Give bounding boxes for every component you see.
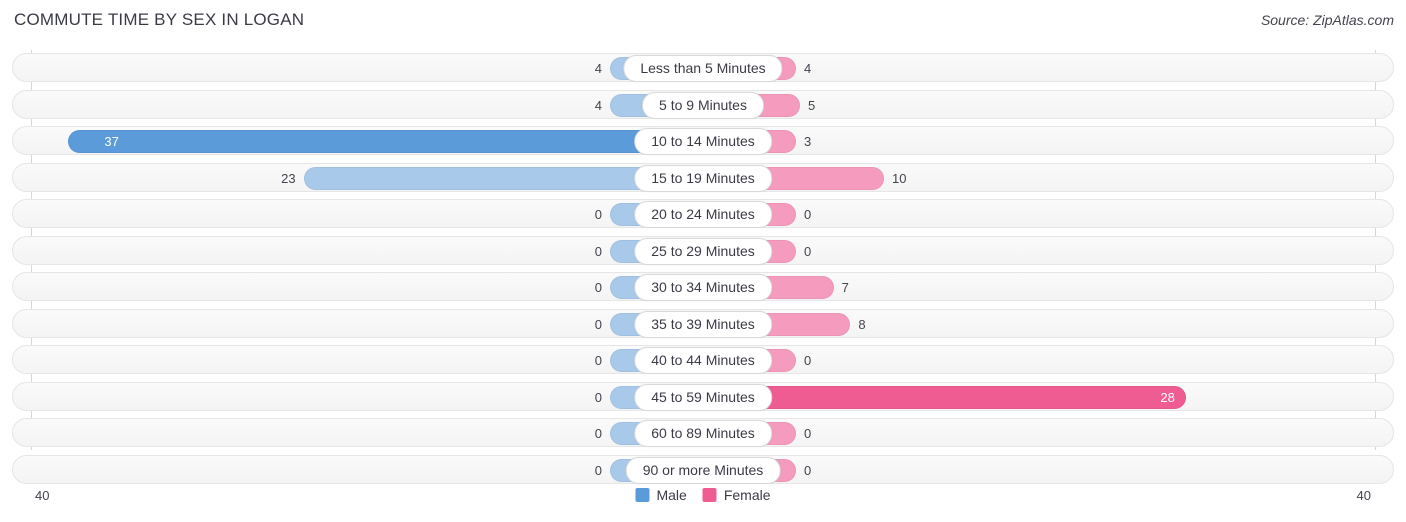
value-label-female: 0	[804, 462, 812, 478]
value-label-female: 0	[804, 426, 812, 441]
value-label-female: 4	[804, 61, 812, 76]
table-row[interactable]: 0 0 60 to 89 Minutes	[12, 418, 1394, 447]
category-label: 10 to 14 Minutes	[634, 128, 772, 155]
value-label-male: 0	[594, 207, 602, 222]
value-label-male: 23	[281, 170, 296, 186]
value-label-female: 28	[1160, 389, 1175, 405]
source-attribution: Source: ZipAtlas.com	[1260, 12, 1394, 28]
bar-female[interactable]	[716, 385, 1187, 409]
legend: Male Female	[635, 487, 771, 503]
category-label: 35 to 39 Minutes	[634, 310, 772, 338]
value-label-male: 0	[594, 462, 602, 478]
legend-item-female[interactable]: Female	[702, 487, 771, 503]
table-row[interactable]: 4 5 5 to 9 Minutes	[12, 89, 1394, 119]
table-row[interactable]: 0 8 35 to 39 Minutes	[12, 308, 1394, 338]
table-row[interactable]: 0 0 90 or more Minutes	[12, 454, 1394, 484]
commute-time-chart: COMMUTE TIME BY SEX IN LOGAN Source: Zip…	[0, 0, 1406, 522]
axis-label-right: 40	[1356, 488, 1371, 503]
category-label: Less than 5 Minutes	[623, 55, 783, 82]
value-label-male: 0	[594, 353, 602, 368]
value-label-female: 5	[808, 97, 816, 113]
value-label-male: 0	[594, 389, 602, 405]
value-label-female: 7	[841, 280, 849, 295]
category-label: 20 to 24 Minutes	[634, 201, 772, 228]
value-label-male: 4	[594, 61, 602, 76]
value-label-male: 37	[104, 134, 119, 149]
category-label: 15 to 19 Minutes	[634, 164, 772, 192]
table-row[interactable]: 0 0 40 to 44 Minutes	[12, 345, 1394, 374]
value-label-male: 0	[594, 243, 602, 259]
legend-label-female: Female	[723, 487, 771, 503]
table-row[interactable]: 37 3 10 to 14 Minutes	[12, 126, 1394, 155]
category-label: 45 to 59 Minutes	[634, 383, 772, 411]
category-label: 25 to 29 Minutes	[634, 237, 772, 265]
category-label: 60 to 89 Minutes	[634, 420, 772, 447]
category-label: 90 or more Minutes	[625, 456, 781, 484]
value-label-female: 0	[804, 353, 812, 368]
category-label: 40 to 44 Minutes	[634, 347, 772, 374]
value-label-male: 0	[594, 316, 602, 332]
table-row[interactable]: 0 0 25 to 29 Minutes	[12, 235, 1394, 265]
table-row[interactable]: 0 28 45 to 59 Minutes	[12, 381, 1394, 411]
category-label: 30 to 34 Minutes	[634, 274, 772, 301]
value-label-female: 3	[804, 134, 812, 149]
value-label-female: 0	[804, 243, 812, 259]
legend-item-male[interactable]: Male	[635, 487, 687, 503]
legend-swatch-male	[635, 488, 650, 502]
bar-male[interactable]	[303, 166, 690, 190]
table-row[interactable]: 23 10 15 to 19 Minutes	[12, 162, 1394, 192]
legend-swatch-female	[702, 488, 717, 502]
legend-label-male: Male	[656, 487, 687, 503]
value-label-female: 10	[892, 170, 907, 186]
plot-area: 4 4 Less than 5 Minutes 4 5 5 to 9 Minutes 37 3…	[0, 50, 1406, 484]
value-label-female: 8	[858, 316, 866, 332]
category-label: 5 to 9 Minutes	[642, 91, 764, 119]
table-row[interactable]: 0 7 30 to 34 Minutes	[12, 272, 1394, 301]
axis-label-left: 40	[35, 488, 50, 503]
page-title: COMMUTE TIME BY SEX IN LOGAN	[14, 10, 305, 29]
value-label-male: 0	[594, 280, 602, 295]
value-label-male: 0	[594, 426, 602, 441]
table-row[interactable]: 0 0 20 to 24 Minutes	[12, 199, 1394, 228]
value-label-female: 0	[804, 207, 812, 222]
bar-male[interactable]	[68, 130, 690, 153]
table-row[interactable]: 4 4 Less than 5 Minutes	[12, 53, 1394, 82]
value-label-male: 4	[594, 97, 602, 113]
